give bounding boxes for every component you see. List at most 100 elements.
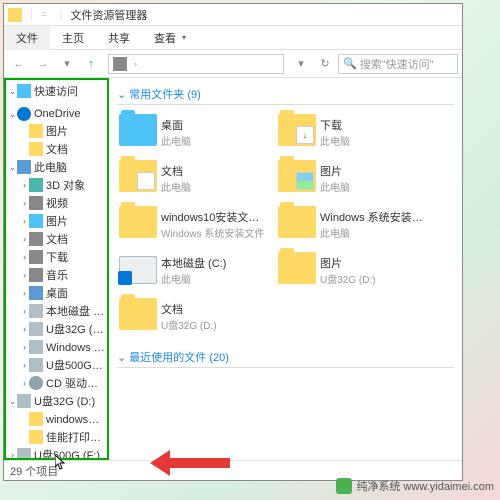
- ic-desk-icon: [29, 286, 43, 300]
- tree-item[interactable]: › Windows 系统安装文件: [6, 338, 107, 356]
- tree-item[interactable]: › 音乐: [6, 266, 107, 284]
- folder-tile[interactable]: 图片U盘32G (D:): [276, 249, 431, 291]
- expander-icon[interactable]: ›: [20, 234, 29, 244]
- expander-icon[interactable]: ›: [20, 360, 29, 370]
- folder-tile[interactable]: 图片此电脑: [276, 157, 431, 199]
- tree-item[interactable]: ›CD 驱动器 (G:) HiSuite: [6, 374, 107, 392]
- folder-tile[interactable]: ↓下载此电脑: [276, 111, 431, 153]
- expander-icon[interactable]: ›: [20, 252, 29, 262]
- ic-video-icon: [29, 196, 43, 210]
- folder-tile[interactable]: 文档U盘32G (D:): [117, 295, 272, 337]
- tree-label: 3D 对象: [46, 177, 85, 193]
- dropdown-button[interactable]: ▾: [290, 53, 312, 75]
- tree-label: 图片: [46, 123, 68, 139]
- folder-icon: [119, 298, 157, 334]
- forward-button[interactable]: →: [32, 53, 54, 75]
- tree-label: 音乐: [46, 267, 68, 283]
- tile-sub: U盘32G (D:): [161, 317, 270, 332]
- folder-icon: [8, 8, 22, 22]
- ic-music-icon: [29, 268, 43, 282]
- folder-tile[interactable]: Windows 系统安装文件此电脑: [276, 203, 431, 245]
- tree-item[interactable]: ⌄ OneDrive: [6, 106, 107, 122]
- tree-label: 图片: [46, 213, 68, 229]
- expander-icon[interactable]: ⌄: [8, 109, 17, 120]
- tree-item[interactable]: › 视频: [6, 194, 107, 212]
- tree-item[interactable]: windows10安装文件: [6, 410, 107, 428]
- expander-icon[interactable]: ›: [20, 180, 29, 190]
- watermark-logo-icon: [336, 478, 352, 494]
- tree-item[interactable]: ⌄U盘32G (D:): [6, 392, 107, 410]
- expander-icon[interactable]: ⌄: [8, 86, 17, 97]
- tile-name: 图片: [320, 163, 429, 179]
- tile-sub: 此电脑: [320, 133, 429, 148]
- tree-item[interactable]: 图片: [6, 122, 107, 140]
- tree-item[interactable]: ›桌面: [6, 284, 107, 302]
- tile-name: 下载: [320, 117, 429, 133]
- window-title: 文件资源管理器: [70, 7, 147, 23]
- tree-item[interactable]: ›U盘500G (F:): [6, 356, 107, 374]
- address-bar[interactable]: ›: [108, 54, 284, 74]
- expander-icon[interactable]: ›: [20, 270, 29, 280]
- tree-label: U盘500G (F:): [34, 447, 100, 460]
- section-frequent[interactable]: ⌄ 常用文件夹 (9): [117, 84, 454, 105]
- folder-icon: ↓: [278, 114, 316, 150]
- tab-file[interactable]: 文件: [4, 26, 50, 50]
- expander-icon[interactable]: ›: [20, 306, 29, 316]
- tile-name: 图片: [320, 255, 429, 271]
- search-input[interactable]: 🔍 搜索"快速访问": [338, 54, 458, 74]
- search-icon: 🔍: [343, 57, 357, 70]
- expander-icon[interactable]: ›: [20, 378, 29, 388]
- expander-icon[interactable]: ›: [20, 342, 29, 352]
- expander-icon[interactable]: ⌄: [8, 162, 17, 173]
- ic-3d-icon: [29, 178, 43, 192]
- up-button[interactable]: ↑: [80, 53, 102, 75]
- tile-sub: 此电脑: [161, 133, 270, 148]
- tree-item[interactable]: 文档: [6, 140, 107, 158]
- expander-icon[interactable]: ›: [20, 198, 29, 208]
- ic-dl-icon: [29, 250, 43, 264]
- tile-name: 桌面: [161, 117, 270, 133]
- ic-doc-icon: [29, 232, 43, 246]
- tree-item[interactable]: ›下载: [6, 248, 107, 266]
- tree-item[interactable]: 佳能打印机驱动程序: [6, 428, 107, 446]
- ic-star-icon: [17, 84, 31, 98]
- chevron-down-icon: ⌄: [117, 352, 129, 364]
- folder-icon: [119, 252, 157, 288]
- folder-tile[interactable]: 文档此电脑: [117, 157, 272, 199]
- tree-item[interactable]: ›文档: [6, 230, 107, 248]
- tree-label: Windows 系统安装文件: [46, 339, 105, 355]
- back-button[interactable]: ←: [8, 53, 30, 75]
- ic-folder-icon: [29, 124, 43, 138]
- tree-item[interactable]: ›本地磁盘 (C:): [6, 302, 107, 320]
- ic-usb-icon: [17, 394, 31, 408]
- tree-item[interactable]: ›U盘32G (D:): [6, 320, 107, 338]
- tab-share[interactable]: 共享: [96, 26, 142, 50]
- ic-folder-icon: [29, 412, 43, 426]
- recent-dropdown[interactable]: ▾: [56, 53, 78, 75]
- tree-label: OneDrive: [34, 108, 80, 120]
- tree-label: 视频: [46, 195, 68, 211]
- tree-label: windows10安装文件: [46, 411, 105, 427]
- tree-label: 佳能打印机驱动程序: [46, 429, 105, 445]
- tree-item[interactable]: › U盘500G (F:): [6, 446, 107, 460]
- expander-icon[interactable]: ⌄: [8, 396, 17, 407]
- tree-item[interactable]: › 3D 对象: [6, 176, 107, 194]
- section-recent[interactable]: ⌄ 最近使用的文件 (20): [117, 347, 454, 368]
- tree-item[interactable]: ⌄快速访问: [6, 82, 107, 100]
- expander-icon[interactable]: ›: [20, 216, 29, 226]
- tab-home[interactable]: 主页: [50, 26, 96, 50]
- chevron-down-icon[interactable]: ▾: [182, 33, 186, 42]
- titlebar-eq: =: [41, 9, 47, 21]
- expander-icon[interactable]: ›: [20, 288, 29, 298]
- ic-usb-icon: [29, 322, 43, 336]
- refresh-button[interactable]: ↻: [314, 53, 336, 75]
- folder-tile[interactable]: 桌面此电脑: [117, 111, 272, 153]
- folder-tile[interactable]: windows10安装文件夹Windows 系统安装文件: [117, 203, 272, 245]
- folder-tile[interactable]: 本地磁盘 (C:)此电脑: [117, 249, 272, 291]
- expander-icon[interactable]: ›: [20, 324, 29, 334]
- expander-icon[interactable]: ›: [8, 450, 17, 460]
- folder-icon: [119, 160, 157, 196]
- tile-sub: 此电脑: [320, 225, 429, 240]
- tree-item[interactable]: ⌄此电脑: [6, 158, 107, 176]
- tree-item[interactable]: › 图片: [6, 212, 107, 230]
